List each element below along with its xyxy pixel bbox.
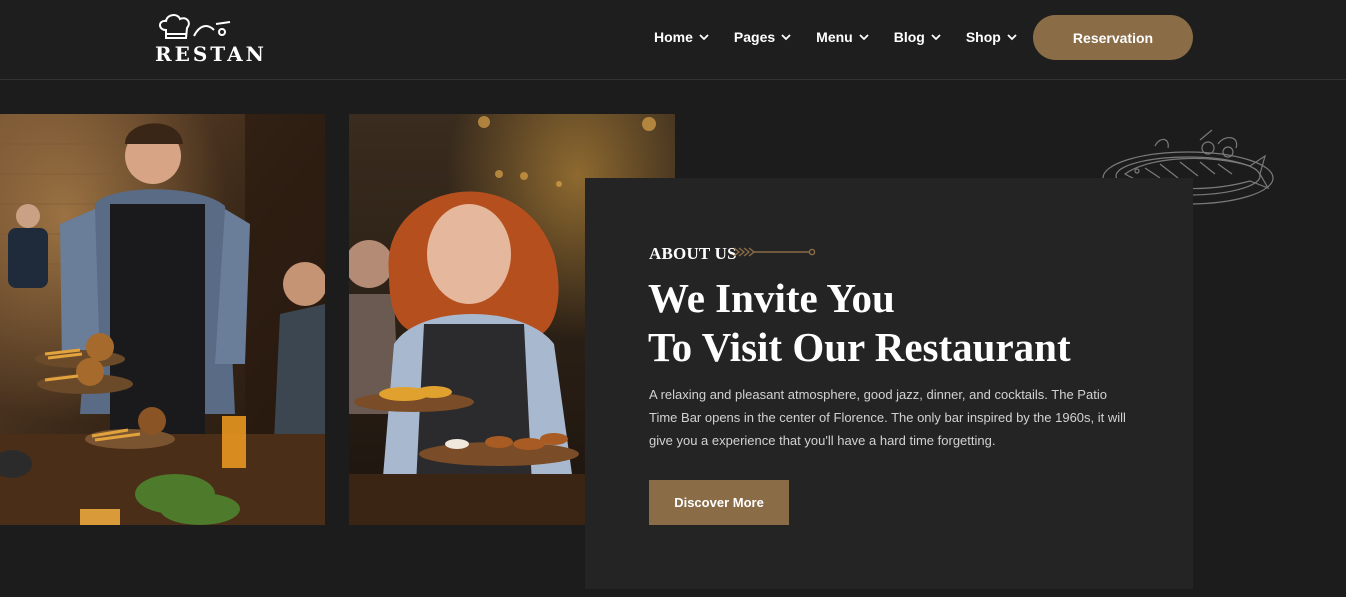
waiter-serving-burgers-photo [0,114,325,525]
nav-item-menu[interactable]: Menu [816,27,870,47]
nav-item-label: Menu [816,29,853,45]
chevron-down-icon [1007,34,1017,41]
title-line-2: To Visit Our Restaurant [648,324,1071,370]
nav-item-home[interactable]: Home [654,27,710,47]
logo[interactable]: RESTAN [152,12,264,68]
chevron-down-icon [931,34,941,41]
chevron-down-icon [859,34,869,41]
nav-item-blog[interactable]: Blog [894,27,942,47]
about-description: A relaxing and pleasant atmosphere, good… [649,387,1126,448]
title-line-1: We Invite You [648,275,895,321]
nav-item-label: Home [654,29,693,45]
chevron-down-icon [699,34,709,41]
nav-item-label: Shop [965,29,1001,45]
nav-item-label: Pages [733,29,776,45]
about-card: ABOUT US We Invite You To Visit Our Rest… [585,178,1193,589]
site-header: RESTAN Home Pages Menu Blog Shop Reserva… [0,0,1346,80]
logo-text: RESTAN [155,42,267,66]
arrow-decoration-icon [734,247,816,257]
page-title: We Invite You To Visit Our Restaurant [648,274,1071,372]
discover-more-button[interactable]: Discover More [649,480,789,525]
nav-item-shop[interactable]: Shop [966,27,1018,47]
nav-item-label: Blog [893,29,925,45]
nav-item-pages[interactable]: Pages [734,27,792,47]
main-nav: Home Pages Menu Blog Shop [654,27,1018,47]
chef-hat-icon [159,14,231,39]
reservation-button[interactable]: Reservation [1033,15,1193,60]
chevron-down-icon [781,34,791,41]
section-label: ABOUT US [649,244,737,263]
